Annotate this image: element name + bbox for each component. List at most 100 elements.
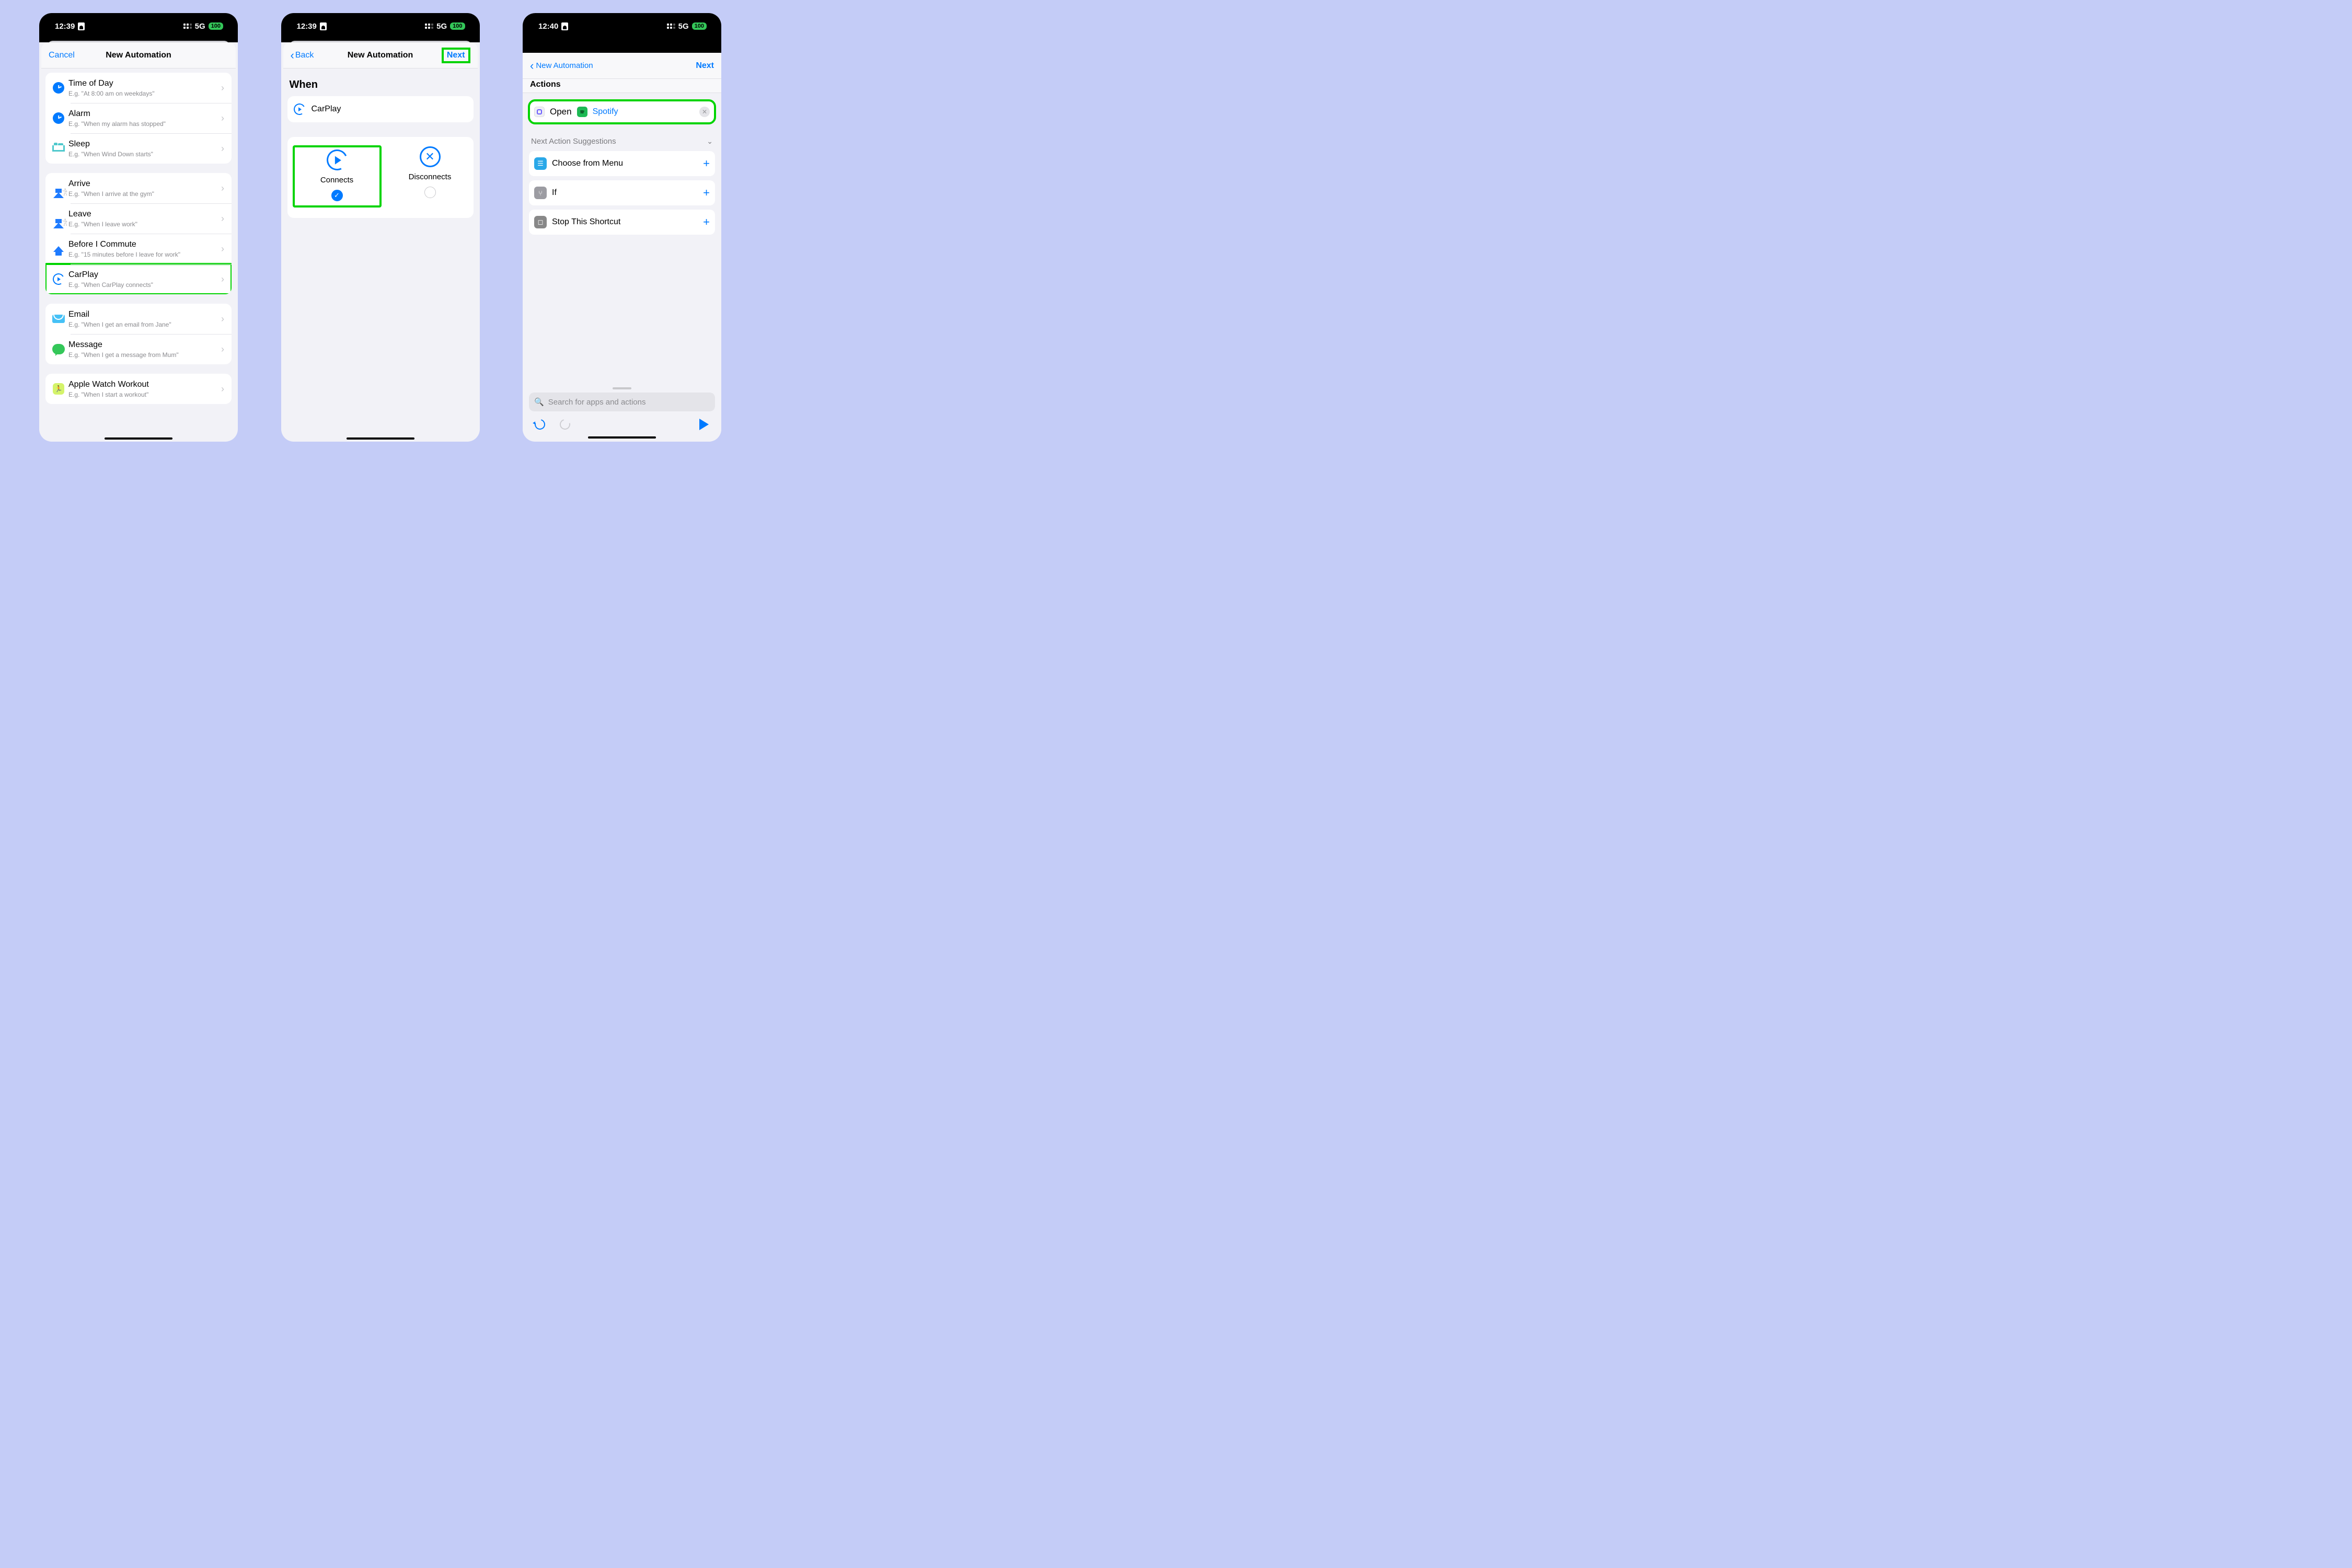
back-button[interactable]: ‹ New Automation bbox=[530, 59, 593, 73]
search-placeholder: Search for apps and actions bbox=[548, 398, 646, 407]
trigger-message[interactable]: Message E.g. "When I get a message from … bbox=[45, 334, 232, 364]
chevron-down-icon: ⌄ bbox=[707, 137, 713, 146]
network-label: 5G bbox=[195, 22, 205, 31]
back-button[interactable]: ‹ Back bbox=[291, 49, 314, 62]
add-icon[interactable]: + bbox=[703, 215, 710, 229]
option-connects[interactable]: Connects ✓ bbox=[294, 146, 381, 206]
chevron-right-icon: › bbox=[219, 344, 226, 355]
chevron-right-icon: › bbox=[219, 83, 226, 94]
trigger-time-of-day[interactable]: Time of Day E.g. "At 8:00 am on weekdays… bbox=[45, 73, 232, 103]
undo-icon bbox=[533, 417, 547, 431]
network-label: 5G bbox=[678, 22, 689, 31]
chevron-right-icon: › bbox=[219, 113, 226, 124]
status-bar: 12:40 5G 100 bbox=[523, 13, 721, 39]
clock-time: 12:39 bbox=[297, 22, 317, 31]
chevron-right-icon: › bbox=[219, 143, 226, 154]
cancel-button[interactable]: Cancel bbox=[49, 51, 75, 60]
trigger-leave[interactable]: 𓀟 Leave E.g. "When I leave work" › bbox=[45, 203, 232, 234]
trigger-sleep[interactable]: Sleep E.g. "When Wind Down starts" › bbox=[45, 133, 232, 164]
clock-icon bbox=[53, 82, 64, 94]
clock-time: 12:39 bbox=[55, 22, 75, 31]
chevron-right-icon: › bbox=[219, 274, 226, 285]
shortcuts-icon bbox=[534, 107, 545, 117]
trigger-arrive[interactable]: 𓀟 Arrive E.g. "When I arrive at the gym"… bbox=[45, 173, 232, 203]
clear-action-button[interactable]: ✕ bbox=[699, 107, 710, 117]
person-icon: 𓀟 bbox=[62, 187, 67, 198]
suggestion-stop-shortcut[interactable]: ◻ Stop This Shortcut + bbox=[529, 210, 715, 235]
signal-icon bbox=[425, 24, 433, 29]
editor-toolbar bbox=[529, 411, 715, 433]
status-bar: 12:39 5G 100 bbox=[281, 13, 480, 39]
bed-icon bbox=[52, 145, 65, 152]
nav-bar: Cancel New Automation bbox=[41, 42, 236, 68]
suggestion-choose-from-menu[interactable]: ☰ Choose from Menu + bbox=[529, 151, 715, 176]
contact-card-icon bbox=[78, 22, 85, 30]
next-button[interactable]: Next bbox=[696, 61, 714, 71]
person-icon: 𓀟 bbox=[62, 217, 67, 228]
menu-icon: ☰ bbox=[534, 157, 547, 170]
add-icon[interactable]: + bbox=[703, 157, 710, 170]
selected-trigger[interactable]: CarPlay bbox=[287, 96, 474, 122]
option-disconnects[interactable]: ✕ Disconnects bbox=[387, 146, 474, 206]
action-open-app[interactable]: Open Spotify ✕ bbox=[529, 100, 715, 123]
redo-icon bbox=[558, 417, 572, 431]
when-heading: When bbox=[290, 79, 471, 91]
battery-indicator: 100 bbox=[692, 22, 707, 30]
trigger-email[interactable]: Email E.g. "When I get an email from Jan… bbox=[45, 304, 232, 334]
chevron-right-icon: › bbox=[219, 314, 226, 325]
signal-icon bbox=[667, 24, 675, 29]
triggers-list[interactable]: Time of Day E.g. "At 8:00 am on weekdays… bbox=[39, 68, 238, 434]
trigger-name: CarPlay bbox=[312, 105, 341, 114]
chevron-right-icon: › bbox=[219, 384, 226, 395]
page-title: Actions bbox=[530, 80, 561, 89]
next-button[interactable]: Next bbox=[442, 48, 470, 63]
carplay-icon bbox=[292, 102, 306, 117]
branch-icon: ⑂ bbox=[534, 187, 547, 199]
app-token[interactable]: Spotify bbox=[593, 107, 618, 117]
phone-screen-3: 12:40 5G 100 ‹ New Automation Next Actio… bbox=[523, 13, 721, 442]
home-indicator[interactable] bbox=[347, 437, 414, 440]
play-icon bbox=[699, 419, 709, 430]
spotify-icon bbox=[577, 107, 587, 117]
status-bar: 12:39 5G 100 bbox=[39, 13, 238, 39]
trigger-alarm[interactable]: Alarm E.g. "When my alarm has stopped" › bbox=[45, 103, 232, 133]
trigger-group-communication: Email E.g. "When I get an email from Jan… bbox=[45, 304, 232, 364]
signal-icon bbox=[183, 24, 192, 29]
chevron-right-icon: › bbox=[219, 213, 226, 224]
redo-button bbox=[558, 418, 572, 431]
chevron-left-icon: ‹ bbox=[291, 49, 294, 62]
bottom-panel: 🔍 Search for apps and actions bbox=[523, 383, 721, 442]
home-indicator[interactable] bbox=[105, 437, 172, 440]
trigger-watch-workout[interactable]: Apple Watch Workout E.g. "When I start a… bbox=[45, 374, 232, 404]
radio-checked-icon: ✓ bbox=[331, 190, 343, 201]
search-input[interactable]: 🔍 Search for apps and actions bbox=[529, 393, 715, 411]
home-icon bbox=[53, 246, 64, 252]
carplay-icon bbox=[52, 272, 66, 286]
suggestions-header[interactable]: Next Action Suggestions ⌄ bbox=[529, 134, 715, 151]
trigger-group-watch: Apple Watch Workout E.g. "When I start a… bbox=[45, 374, 232, 404]
suggestion-if[interactable]: ⑂ If + bbox=[529, 180, 715, 205]
add-icon[interactable]: + bbox=[703, 186, 710, 200]
nav-bar: ‹ New Automation Next bbox=[523, 53, 721, 79]
connect-icon bbox=[324, 146, 350, 173]
action-verb: Open bbox=[550, 107, 572, 117]
nav-bar: ‹ Back New Automation Next bbox=[283, 42, 478, 68]
workout-icon bbox=[53, 383, 64, 395]
contact-card-icon bbox=[561, 22, 568, 30]
run-button[interactable] bbox=[697, 418, 711, 431]
clock-icon bbox=[53, 112, 64, 124]
drag-handle[interactable] bbox=[613, 387, 631, 389]
home-indicator[interactable] bbox=[588, 436, 656, 439]
chevron-right-icon: › bbox=[219, 244, 226, 255]
battery-indicator: 100 bbox=[450, 22, 465, 30]
contact-card-icon bbox=[320, 22, 327, 30]
phone-screen-1: 12:39 5G 100 Cancel New Automation Time … bbox=[39, 13, 238, 442]
undo-button[interactable] bbox=[533, 418, 547, 431]
chevron-left-icon: ‹ bbox=[530, 59, 534, 73]
battery-indicator: 100 bbox=[209, 22, 223, 30]
trigger-before-commute[interactable]: Before I Commute E.g. "15 minutes before… bbox=[45, 234, 232, 264]
x-circle-icon: ✕ bbox=[420, 146, 441, 167]
network-label: 5G bbox=[436, 22, 447, 31]
mail-icon bbox=[52, 315, 65, 323]
trigger-carplay[interactable]: CarPlay E.g. "When CarPlay connects" › bbox=[45, 264, 232, 294]
